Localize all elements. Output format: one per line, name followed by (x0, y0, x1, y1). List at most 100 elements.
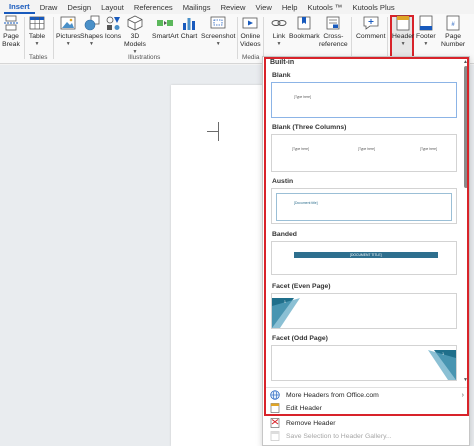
link-label: Link (272, 33, 286, 40)
gallery-item-austin[interactable]: [Document title] (271, 188, 457, 224)
shapes-icon (83, 15, 101, 31)
comment-label: Comment (356, 33, 386, 40)
text-cursor-margin (207, 131, 218, 132)
online-videos-label-1: Online (240, 33, 261, 40)
document-page[interactable] (171, 85, 271, 446)
chevron-down-icon: ▼ (276, 41, 282, 47)
scroll-down-icon[interactable]: ▼ (463, 377, 468, 383)
footer-label: Footer (416, 33, 436, 40)
group-separator (53, 17, 54, 59)
table-label: Table (28, 33, 46, 40)
chevron-down-icon: ▼ (215, 41, 221, 47)
page-break-label-1: Page (3, 33, 19, 40)
save-selection-label: Save Selection to Header Gallery... (286, 432, 392, 440)
page-number-icon: # (444, 15, 462, 31)
tab-mailings[interactable]: Mailings (178, 3, 216, 14)
link-icon (270, 15, 288, 31)
tab-kutools-plus[interactable]: Kutools Plus (347, 3, 399, 14)
table-button[interactable]: Table ▼ (28, 15, 46, 47)
tab-review[interactable]: Review (216, 3, 251, 14)
online-videos-label-2: Videos (240, 41, 261, 48)
online-videos-button[interactable]: Online Videos (240, 15, 261, 49)
facet-even-graphic (272, 298, 300, 328)
comment-button[interactable]: Comment (356, 15, 385, 41)
screenshot-icon (209, 15, 227, 31)
gallery-item-title-banded: Banded (272, 231, 297, 238)
chevron-right-icon: › (461, 391, 464, 399)
group-label-media: Media (242, 54, 260, 61)
table-icon (28, 15, 46, 31)
tab-insert[interactable]: Insert (4, 2, 35, 14)
more-headers-label: More Headers from Office.com (286, 391, 379, 399)
link-button[interactable]: Link ▼ (270, 15, 288, 47)
facet-odd-graphic (428, 350, 456, 380)
page-break-button[interactable]: Page Break (2, 15, 20, 49)
smartart-icon (156, 15, 174, 31)
edit-header-label: Edit Header (286, 404, 322, 412)
screenshot-button[interactable]: Screenshot ▼ (201, 15, 235, 47)
tab-view[interactable]: View (250, 3, 276, 14)
smartart-button[interactable]: SmartArt (152, 15, 179, 41)
tab-help[interactable]: Help (277, 3, 303, 14)
gallery-scroll-thumb[interactable] (464, 66, 468, 188)
header-icon (394, 15, 412, 31)
icons-button[interactable]: Icons (104, 15, 122, 41)
page-number-label-2: Number (441, 41, 466, 48)
ribbon-tab-bar: Insert Draw Design Layout References Mai… (0, 0, 474, 14)
page-number-label-1: Page (445, 33, 462, 40)
edit-header-icon (269, 403, 281, 413)
pictures-icon (59, 15, 77, 31)
comment-icon (362, 15, 380, 31)
header-button[interactable]: Header ▼ (392, 15, 414, 47)
more-headers-menu-item[interactable]: More Headers from Office.com › (266, 388, 468, 402)
tab-design[interactable]: Design (62, 3, 96, 14)
bookmark-label: Bookmark (289, 33, 320, 40)
tab-draw[interactable]: Draw (35, 3, 63, 14)
chevron-down-icon: ▼ (400, 41, 406, 47)
pictures-label: Pictures (56, 33, 81, 40)
page-number-text: 1 (284, 300, 286, 304)
tab-kutools[interactable]: Kutools ™ (302, 3, 347, 14)
3d-models-button[interactable]: 3D Models ▼ (124, 15, 146, 55)
3d-models-label-1: 3D (130, 33, 140, 40)
gallery-item-facet-odd[interactable]: 1 (271, 345, 457, 381)
placeholder-text: [DOCUMENT TITLE] (350, 253, 382, 257)
placeholder-text: [Type here] (420, 147, 437, 151)
cross-reference-button[interactable]: Cross- reference (319, 15, 348, 49)
group-separator (237, 17, 238, 59)
bookmark-button[interactable]: Bookmark (289, 15, 320, 41)
gallery-item-facet-even[interactable]: 1 (271, 293, 457, 329)
gallery-item-banded[interactable]: [DOCUMENT TITLE] (271, 241, 457, 275)
group-separator (24, 17, 25, 59)
globe-icon (269, 390, 281, 400)
icons-label: Icons (104, 33, 122, 40)
gallery-section-title: Built-in (270, 59, 295, 66)
placeholder-text: [Type here] (294, 95, 311, 99)
gallery-item-title-facet-odd: Facet (Odd Page) (272, 335, 328, 342)
tab-references[interactable]: References (129, 3, 178, 14)
group-separator (387, 17, 388, 59)
save-selection-icon (269, 431, 281, 441)
chart-button[interactable]: Chart (180, 15, 198, 41)
save-selection-menu-item: Save Selection to Header Gallery... (266, 429, 468, 443)
remove-header-menu-item[interactable]: Remove Header (266, 416, 468, 430)
footer-button[interactable]: Footer ▼ (416, 15, 436, 47)
page-break-icon (2, 15, 20, 31)
remove-header-label: Remove Header (286, 419, 336, 427)
shapes-button[interactable]: Shapes ▼ (80, 15, 103, 47)
pictures-button[interactable]: Pictures ▼ (56, 15, 81, 47)
placeholder-text: [Document title] (294, 201, 318, 205)
chevron-down-icon: ▼ (89, 41, 94, 47)
scroll-up-icon[interactable]: ▲ (463, 59, 468, 65)
gallery-item-blank-three-columns[interactable]: [Type here] [Type here] [Type here] (271, 134, 457, 172)
gallery-item-blank[interactable]: [Type here] (271, 82, 457, 118)
edit-header-menu-item[interactable]: Edit Header (266, 401, 468, 415)
shapes-label: Shapes (80, 33, 104, 40)
page-break-label-2: Break (2, 41, 20, 48)
page-number-button[interactable]: # Page Number (441, 15, 465, 49)
3d-models-label-2: Models (124, 41, 146, 48)
cross-reference-label-1: Cross- (323, 33, 344, 40)
placeholder-text: [Type here] (358, 147, 375, 151)
bookmark-icon (295, 15, 313, 31)
tab-layout[interactable]: Layout (96, 3, 129, 14)
